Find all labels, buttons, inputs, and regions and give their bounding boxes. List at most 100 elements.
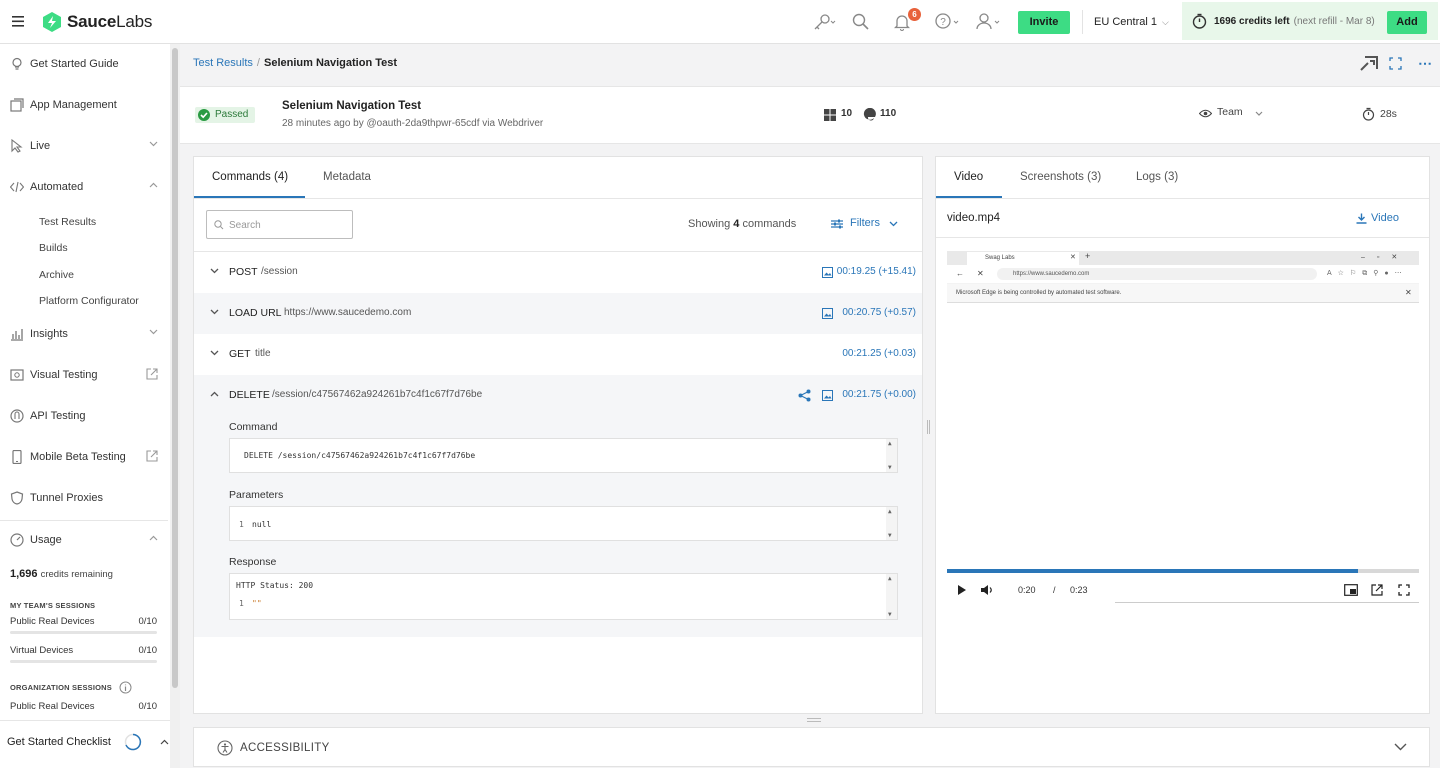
- sidebar-item-live[interactable]: Live: [10, 137, 160, 157]
- chevron-down-icon[interactable]: [210, 309, 219, 315]
- command-timestamp[interactable]: 00:21.75 (+0.00): [842, 389, 916, 400]
- sidebar-subitem-platform-configurator[interactable]: Platform Configurator: [39, 295, 139, 307]
- command-code-text: DELETE /session/c47567462a924261b7c4f1c6…: [244, 451, 476, 460]
- volume-icon[interactable]: [980, 584, 994, 596]
- tab-metadata[interactable]: Metadata: [323, 171, 371, 183]
- hamburger-menu-icon[interactable]: [12, 16, 24, 27]
- tab-video[interactable]: Video: [954, 171, 983, 183]
- breadcrumb: Test Results / Selenium Navigation Test: [193, 57, 397, 69]
- sidebar-subitem-builds[interactable]: Builds: [39, 242, 68, 254]
- tab-logs[interactable]: Logs (3): [1136, 171, 1178, 183]
- browser-toolbar: ← ✕ https://www.saucedemo.com A☆⚐⧉⚲●⋯: [947, 265, 1419, 283]
- command-row[interactable]: GET title 00:21.25 (+0.03): [194, 334, 922, 375]
- chevron-down-icon[interactable]: [1394, 743, 1407, 751]
- close-icon: ✕: [1405, 288, 1412, 297]
- picture-in-picture-icon[interactable]: [1344, 584, 1358, 596]
- sidebar-item-label: Live: [30, 140, 51, 152]
- code-scrollbar[interactable]: [886, 507, 897, 540]
- team-session-row: Virtual Devices 0/10: [10, 645, 157, 656]
- app-management-icon: [10, 98, 24, 112]
- screenshot-image-icon[interactable]: [822, 308, 833, 319]
- info-icon[interactable]: [119, 681, 132, 694]
- org-sessions-heading: ORGANIZATION SESSIONS: [10, 683, 112, 692]
- chevron-down-icon[interactable]: [210, 268, 219, 274]
- filters-button[interactable]: Filters: [831, 217, 898, 229]
- open-external-icon[interactable]: [1371, 584, 1383, 596]
- top-bar: SauceLabs 6 ? Invite EU Central 1 ⌵ 1696 …: [0, 0, 1440, 44]
- sidebar-item-app-management[interactable]: App Management: [10, 96, 160, 116]
- command-timestamp[interactable]: 00:19.25 (+15.41): [837, 266, 916, 277]
- share-icon[interactable]: [798, 389, 811, 402]
- browser-tab-title: Swag Labs: [985, 255, 1015, 261]
- download-video-button[interactable]: Video: [1356, 212, 1399, 224]
- status-badge: Passed: [195, 107, 256, 123]
- test-title: Selenium Navigation Test: [282, 100, 422, 112]
- tab-screenshots[interactable]: Screenshots (3): [1020, 171, 1101, 183]
- region-selector[interactable]: EU Central 1 ⌵: [1094, 16, 1169, 28]
- sidebar-scrollbar[interactable]: [170, 44, 180, 768]
- screenshot-image-icon[interactable]: [822, 390, 833, 401]
- tabs-divider: [194, 198, 922, 199]
- invite-button[interactable]: Invite: [1018, 11, 1070, 34]
- logo-text[interactable]: SauceLabs: [67, 12, 152, 32]
- response-label: Response: [229, 556, 277, 568]
- fullscreen-icon[interactable]: [1389, 57, 1402, 70]
- help-icon[interactable]: ?: [935, 13, 961, 31]
- command-timestamp[interactable]: 00:21.25 (+0.03): [842, 348, 916, 359]
- user-account-icon[interactable]: [976, 13, 1002, 31]
- key-icon[interactable]: [813, 13, 837, 31]
- parameters-code-box[interactable]: 1 null: [229, 506, 898, 541]
- breadcrumb-link-test-results[interactable]: Test Results: [193, 57, 253, 69]
- play-icon[interactable]: [957, 584, 967, 596]
- chevron-down-icon[interactable]: [210, 350, 219, 356]
- scrollbar-thumb[interactable]: [172, 48, 178, 688]
- code-scrollbar[interactable]: [886, 574, 897, 619]
- sidebar-item-automated[interactable]: Automated: [10, 178, 160, 198]
- team-sessions-heading: MY TEAM'S SESSIONS: [10, 601, 96, 610]
- command-row[interactable]: LOAD URL https://www.saucedemo.com 00:20…: [194, 293, 922, 334]
- more-options-icon[interactable]: ⋯: [1418, 55, 1432, 72]
- video-player[interactable]: Swag Labs ✕ + –▫✕ ← ✕ https://www.sauced…: [947, 251, 1419, 603]
- chevron-up-icon[interactable]: [210, 391, 219, 397]
- video-header-divider: [936, 237, 1429, 238]
- video-time-separator: /: [1053, 585, 1056, 595]
- tab-commands[interactable]: Commands (4): [212, 171, 288, 183]
- command-row-expanded[interactable]: DELETE /session/c47567462a924261b7c4f1c6…: [194, 375, 922, 637]
- command-timestamp[interactable]: 00:20.75 (+0.57): [842, 307, 916, 318]
- accessibility-label: ACCESSIBILITY: [240, 742, 330, 754]
- test-summary: Passed Selenium Navigation Test 28 minut…: [180, 86, 1440, 144]
- share-to-jira-icon[interactable]: [1359, 55, 1379, 73]
- sidebar-item-label: Usage: [30, 534, 62, 546]
- saucelabs-logo-icon[interactable]: [41, 11, 63, 33]
- screenshot-image-icon[interactable]: [822, 267, 833, 278]
- sidebar-subitem-archive[interactable]: Archive: [39, 269, 74, 281]
- windows-icon: [824, 109, 836, 121]
- fullscreen-icon[interactable]: [1398, 584, 1410, 596]
- sidebar-item-api-testing[interactable]: API Testing: [10, 407, 160, 427]
- video-progress-bar[interactable]: [947, 569, 1419, 573]
- sidebar-subitem-test-results[interactable]: Test Results: [39, 216, 96, 228]
- sidebar-item-insights[interactable]: Insights: [10, 325, 160, 345]
- panel-resize-handle[interactable]: [807, 718, 821, 722]
- command-search-input[interactable]: Search: [206, 210, 353, 239]
- command-detail-label: Command: [229, 421, 278, 433]
- breadcrumb-current: Selenium Navigation Test: [263, 57, 398, 69]
- sidebar-item-visual-testing[interactable]: Visual Testing: [10, 366, 160, 386]
- command-row[interactable]: POST /session 00:19.25 (+15.41): [194, 252, 922, 293]
- panel-resize-handle[interactable]: [927, 420, 930, 434]
- sidebar-item-mobile-beta-testing[interactable]: Mobile Beta Testing: [10, 448, 160, 468]
- external-link-icon: [146, 368, 158, 380]
- accessibility-section[interactable]: ACCESSIBILITY: [193, 727, 1430, 767]
- add-credits-button[interactable]: Add: [1387, 11, 1427, 34]
- org-session-row: Public Real Devices 0/10: [10, 701, 157, 712]
- code-scrollbar[interactable]: [886, 439, 897, 472]
- sidebar-item-tunnel-proxies[interactable]: Tunnel Proxies: [10, 489, 160, 509]
- search-icon[interactable]: [852, 13, 870, 31]
- video-total-time: 0:23: [1070, 585, 1088, 595]
- response-code-box[interactable]: HTTP Status: 200 1 "": [229, 573, 898, 620]
- sidebar-item-get-started-guide[interactable]: Get Started Guide: [10, 55, 160, 75]
- get-started-checklist[interactable]: Get Started Checklist: [0, 720, 170, 764]
- sidebar-usage-header[interactable]: Usage: [10, 531, 160, 551]
- command-code-box[interactable]: DELETE /session/c47567462a924261b7c4f1c6…: [229, 438, 898, 473]
- visibility-selector[interactable]: Team: [1199, 106, 1263, 118]
